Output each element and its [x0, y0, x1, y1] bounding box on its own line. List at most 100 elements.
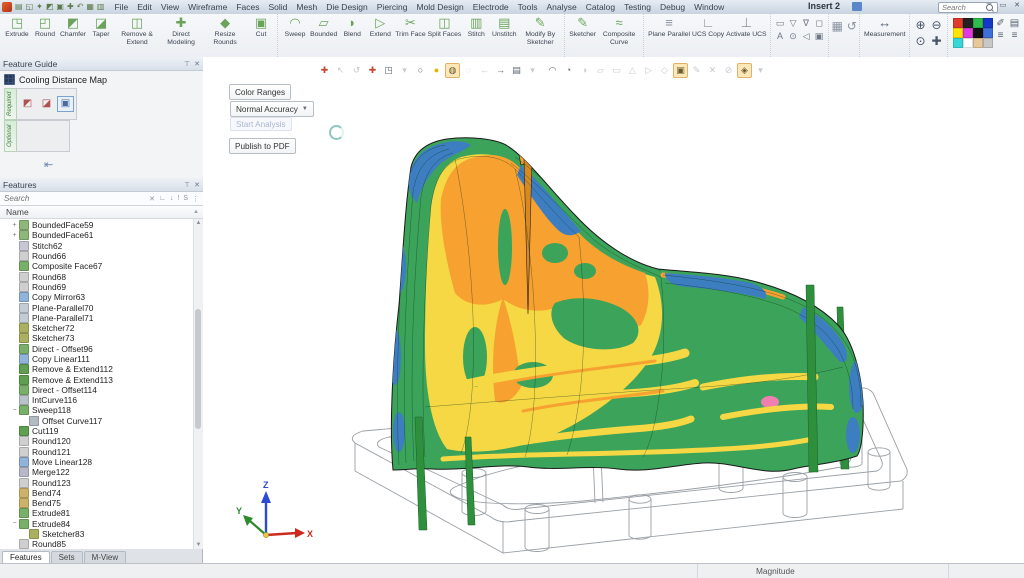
- tree-row[interactable]: IntCurve116: [0, 395, 203, 405]
- viewport-tool-icon[interactable]: △: [625, 63, 640, 78]
- menu-item[interactable]: Window: [694, 2, 724, 12]
- annotation-tool-icon[interactable]: ▽: [787, 17, 800, 30]
- tree-row[interactable]: Plane-Parallel71: [0, 313, 203, 323]
- color-swatch[interactable]: [983, 18, 993, 28]
- search-filter-icon[interactable]: S: [181, 195, 190, 203]
- menu-item[interactable]: View: [161, 2, 179, 12]
- scroll-up-icon[interactable]: ▲: [194, 220, 203, 226]
- tree-row[interactable]: Round66: [0, 251, 203, 261]
- viewport-tool-icon[interactable]: ▣: [673, 63, 688, 78]
- ribbon-button[interactable]: ◩ Chamfer: [59, 15, 87, 39]
- quick-access-icon[interactable]: ◩: [46, 2, 54, 12]
- viewport-tool-icon[interactable]: ○: [413, 63, 428, 78]
- color-swatch[interactable]: [963, 28, 973, 38]
- history-tool-icon[interactable]: ↺: [847, 19, 857, 33]
- ribbon-button[interactable]: ✎ Modify By Sketcher: [518, 15, 562, 46]
- tree-row[interactable]: Bend75: [0, 498, 203, 508]
- tab-required[interactable]: Required: [4, 88, 17, 120]
- window-control-icon[interactable]: ▭: [998, 1, 1008, 9]
- menu-item[interactable]: Faces: [236, 2, 259, 12]
- ribbon-button[interactable]: ⊥ Activate UCS: [725, 15, 767, 39]
- menu-item[interactable]: Die Design: [326, 2, 368, 12]
- tab-optional[interactable]: Optional: [4, 120, 17, 152]
- tree-row[interactable]: Sketcher72: [0, 323, 203, 333]
- tree-row[interactable]: Sketcher73: [0, 333, 203, 343]
- tree-row[interactable]: Direct - Offset114: [0, 385, 203, 395]
- history-tool-icon[interactable]: ▦: [832, 19, 843, 33]
- viewport-tool-icon[interactable]: ▭: [609, 63, 624, 78]
- color-swatch[interactable]: [973, 28, 983, 38]
- color-swatch[interactable]: [973, 18, 983, 28]
- pin-icon[interactable]: ⊤: [184, 181, 190, 189]
- menu-item[interactable]: Edit: [137, 2, 152, 12]
- close-icon[interactable]: ✕: [194, 181, 200, 189]
- search-filter-icon[interactable]: ↓: [168, 195, 176, 203]
- color-swatch[interactable]: [963, 38, 973, 48]
- tree-row[interactable]: Round69: [0, 282, 203, 292]
- display-tool-icon[interactable]: ≡: [1008, 30, 1022, 42]
- viewport-tool-icon[interactable]: ▾: [397, 63, 412, 78]
- ribbon-button[interactable]: ◰ Round: [31, 15, 59, 39]
- viewport-tool-icon[interactable]: ✚: [317, 63, 332, 78]
- tree-row[interactable]: Round85: [0, 539, 203, 549]
- quick-access-icon[interactable]: ▦: [86, 2, 94, 12]
- close-icon[interactable]: ✕: [194, 60, 200, 68]
- tree-row[interactable]: + BoundedFace61: [0, 230, 203, 240]
- display-tool-icon[interactable]: ≡: [994, 30, 1008, 42]
- color-swatch[interactable]: [983, 38, 993, 48]
- search-filter-icon[interactable]: ∟: [157, 195, 168, 203]
- guide-option-icon[interactable]: ◪: [38, 96, 55, 112]
- tree-row[interactable]: Cut119: [0, 426, 203, 436]
- viewport-tool-icon[interactable]: ●: [429, 63, 444, 78]
- menu-item[interactable]: File: [114, 2, 128, 12]
- window-control-icon[interactable]: ✕: [1012, 1, 1022, 9]
- tree-row[interactable]: − Extrude84: [0, 519, 203, 529]
- tree-row[interactable]: + BoundedFace59: [0, 220, 203, 230]
- color-swatch[interactable]: [953, 28, 963, 38]
- menu-item[interactable]: Wireframe: [188, 2, 227, 12]
- tree-row[interactable]: Direct - Offset96: [0, 344, 203, 354]
- tab-sets[interactable]: Sets: [51, 551, 83, 563]
- tree-row[interactable]: Copy Mirror63: [0, 292, 203, 302]
- viewport-tool-icon[interactable]: ◍: [445, 63, 460, 78]
- viewport-tool-icon[interactable]: ▷: [641, 63, 656, 78]
- quick-access-icon[interactable]: ◱: [26, 2, 34, 12]
- viewport-tool-icon[interactable]: ▾: [753, 63, 768, 78]
- quick-access-icon[interactable]: ▥: [97, 2, 105, 12]
- annotation-tool-icon[interactable]: ◁: [800, 30, 813, 43]
- accuracy-dropdown[interactable]: Normal Accuracy▼: [230, 101, 314, 117]
- exit-guide-icon[interactable]: ⇤: [44, 158, 203, 171]
- annotation-tool-icon[interactable]: ∇: [800, 17, 813, 30]
- scroll-down-icon[interactable]: ▼: [194, 542, 203, 548]
- ribbon-button[interactable]: ▤ Unstitch: [490, 15, 518, 39]
- tree-row[interactable]: Move Linear128: [0, 457, 203, 467]
- menu-item[interactable]: Tools: [518, 2, 538, 12]
- tree-row[interactable]: Round68: [0, 271, 203, 281]
- viewport-tool-icon[interactable]: ◇: [657, 63, 672, 78]
- viewport-tool-icon[interactable]: ▾: [525, 63, 540, 78]
- viewport-tool-icon[interactable]: ◈: [737, 63, 752, 78]
- tree-row[interactable]: Sketcher83: [0, 529, 203, 539]
- menu-item[interactable]: Mold Design: [416, 2, 463, 12]
- quick-access-icon[interactable]: ↶: [77, 2, 84, 12]
- quick-access-icon[interactable]: ▤: [15, 2, 23, 12]
- tab-features[interactable]: Features: [2, 551, 50, 563]
- scroll-thumb[interactable]: [195, 309, 201, 429]
- tree-row[interactable]: − Sweep118: [0, 405, 203, 415]
- app-logo-icon[interactable]: [2, 2, 12, 12]
- ribbon-button[interactable]: ◠ Sweep: [281, 15, 309, 39]
- viewport-tool-icon[interactable]: →: [493, 63, 508, 78]
- tree-row[interactable]: Remove & Extend112: [0, 364, 203, 374]
- annotation-tool-icon[interactable]: A: [774, 30, 787, 43]
- viewport-tool-icon[interactable]: ◔: [561, 63, 576, 78]
- quick-access-icon[interactable]: ▣: [56, 2, 64, 12]
- menu-item[interactable]: Analyse: [547, 2, 577, 12]
- zoom-tool-icon[interactable]: ⊖: [929, 17, 945, 33]
- ribbon-button[interactable]: ▥ Stitch: [462, 15, 490, 39]
- expander-icon[interactable]: −: [10, 520, 19, 527]
- ribbon-button[interactable]: ◪ Taper: [87, 15, 115, 39]
- ribbon-button[interactable]: ✚ Direct Modeling: [159, 15, 203, 46]
- ribbon-button[interactable]: ◳ Extrude: [3, 15, 31, 39]
- tree-row[interactable]: Copy Linear111: [0, 354, 203, 364]
- tree-scrollbar[interactable]: ▲ ▼: [193, 219, 203, 549]
